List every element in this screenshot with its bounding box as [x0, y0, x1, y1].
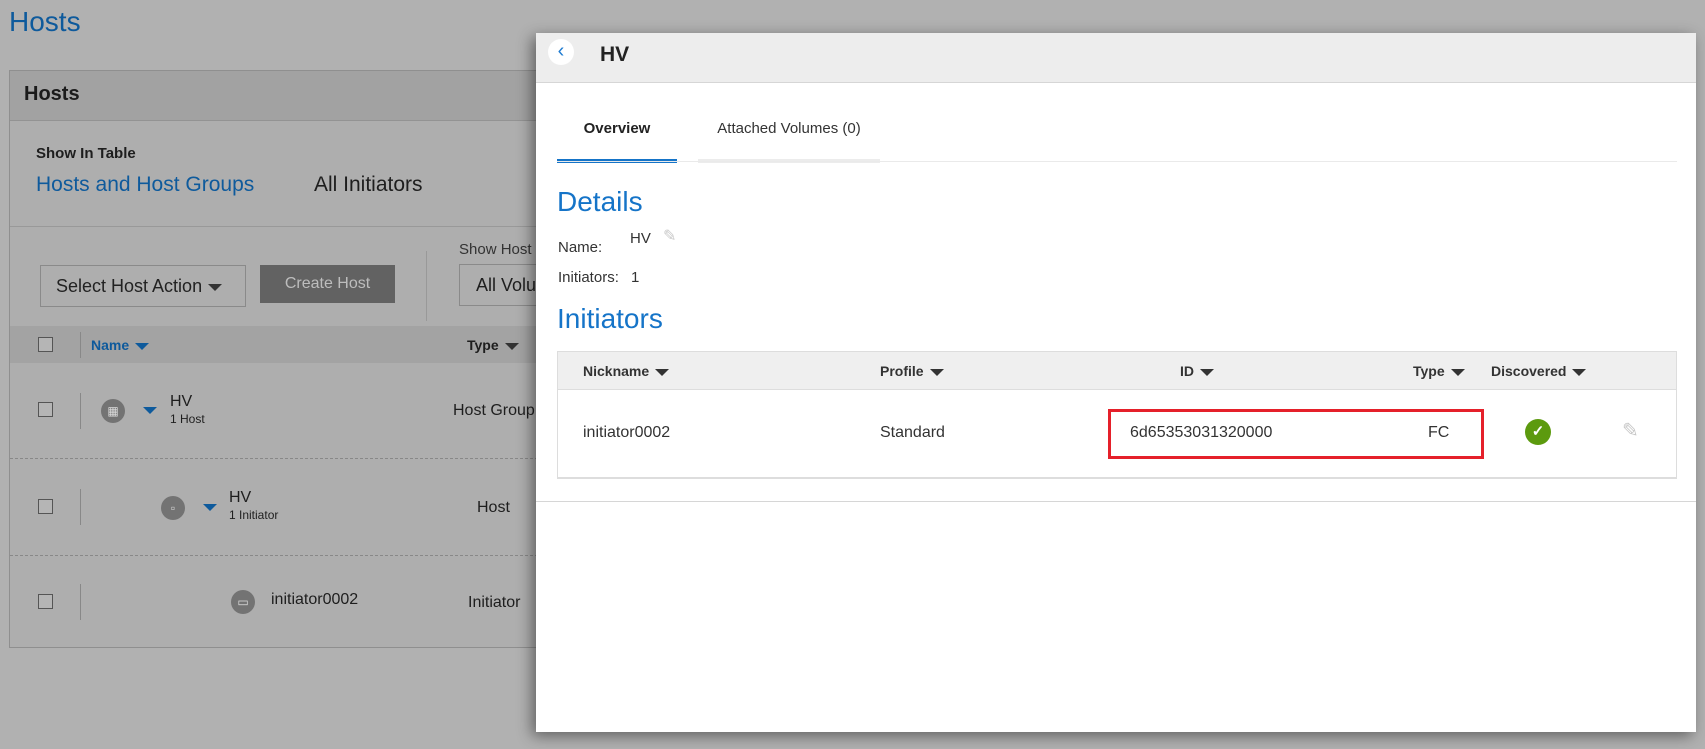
discovered-header-label: Discovered: [1491, 363, 1567, 379]
all-initiators-link[interactable]: All Initiators: [314, 173, 423, 197]
initiators-count: 1: [631, 269, 640, 286]
initiators-heading: Initiators: [557, 303, 663, 334]
row-subtitle: 1 Host: [170, 412, 205, 426]
show-hosts-label: Show Host: [459, 241, 532, 258]
select-host-action-dropdown[interactable]: Select Host Action: [40, 265, 246, 307]
row-name: HV: [170, 393, 193, 410]
detail-header: ‹ HV: [536, 33, 1696, 83]
expand-icon[interactable]: [143, 407, 157, 414]
expand-icon[interactable]: [203, 504, 217, 511]
initiator-icon: ▭: [231, 590, 255, 614]
nickname-column-header[interactable]: Nickname: [583, 363, 670, 379]
initiators-table-header: Nickname Profile ID Type Discovered: [558, 352, 1676, 390]
row-checkbox[interactable]: [38, 499, 53, 514]
create-host-button[interactable]: Create Host: [260, 265, 395, 303]
hosts-table-header: Name Type: [10, 326, 608, 363]
sort-icon: [1200, 368, 1214, 376]
table-row[interactable]: ▭ initiator0002 Initiator: [10, 556, 608, 646]
table-row[interactable]: initiator0002 Standard 6d65353031320000 …: [558, 390, 1676, 478]
discovered-column-header[interactable]: Discovered: [1491, 363, 1587, 379]
initiators-table: Nickname Profile ID Type Discovered init…: [557, 351, 1677, 479]
row-checkbox[interactable]: [38, 402, 53, 417]
divider: [80, 332, 81, 358]
row-subtitle: 1 Initiator: [229, 508, 279, 522]
host-icon: ▫: [161, 496, 185, 520]
row-name: HV: [229, 489, 252, 506]
divider: [80, 393, 81, 429]
row-checkbox[interactable]: [38, 594, 53, 609]
hosts-panel: Hosts Show In Table Hosts and Host Group…: [9, 70, 619, 648]
edit-name-icon[interactable]: ✎: [663, 226, 676, 246]
row-type: Host Group: [453, 402, 535, 419]
divider: [536, 501, 1696, 502]
id-cell: 6d65353031320000: [1130, 424, 1273, 441]
sort-icon: [135, 342, 150, 350]
nickname-header-label: Nickname: [583, 363, 650, 379]
tab-attached-volumes[interactable]: Attached Volumes (0): [698, 120, 880, 162]
host-detail-panel: ‹ HV Overview Attached Volumes (0) Detai…: [536, 33, 1696, 732]
name-label: Name:: [558, 239, 603, 256]
table-row[interactable]: ▦ HV 1 Host Host Group: [10, 363, 608, 459]
type-column-header[interactable]: Type: [1413, 363, 1465, 379]
name-value: HV: [630, 230, 651, 247]
type-column-header[interactable]: Type: [467, 337, 519, 353]
sort-icon: [1450, 368, 1465, 376]
type-header-label: Type: [467, 337, 499, 353]
tab-overview[interactable]: Overview: [557, 120, 677, 162]
discovered-check-icon: ✓: [1525, 419, 1551, 445]
row-type: Host: [477, 499, 510, 516]
sort-icon: [655, 368, 670, 376]
sort-icon: [1572, 368, 1587, 376]
initiators-label: Initiators:: [558, 269, 619, 286]
name-column-header[interactable]: Name: [91, 337, 150, 353]
select-host-action-label: Select Host Action: [56, 276, 203, 296]
profile-cell: Standard: [880, 424, 945, 441]
select-all-checkbox[interactable]: [38, 337, 53, 352]
sort-icon: [504, 342, 519, 350]
divider: [80, 489, 81, 525]
divider: [557, 161, 1677, 162]
chevron-left-icon: ‹: [557, 40, 565, 62]
table-row[interactable]: ▫ HV 1 Initiator Host: [10, 459, 608, 556]
chevron-down-icon: [208, 283, 223, 291]
type-cell: FC: [1428, 424, 1450, 441]
host-group-icon: ▦: [101, 399, 125, 423]
details-heading: Details: [557, 186, 643, 217]
edit-initiator-icon[interactable]: ✎: [1622, 418, 1639, 443]
profile-header-label: Profile: [880, 363, 924, 379]
hosts-and-host-groups-link[interactable]: Hosts and Host Groups: [36, 173, 254, 197]
type-header-label: Type: [1413, 363, 1445, 379]
divider: [80, 584, 81, 620]
name-header-label: Name: [91, 337, 130, 353]
back-button[interactable]: ‹: [548, 39, 574, 65]
show-in-table-label: Show In Table: [36, 145, 136, 162]
sort-icon: [929, 368, 944, 376]
page-title: Hosts: [9, 6, 81, 37]
hosts-panel-title: Hosts: [10, 71, 608, 121]
divider: [426, 251, 427, 321]
id-column-header[interactable]: ID: [1180, 363, 1214, 379]
nickname-cell: initiator0002: [583, 424, 671, 441]
id-header-label: ID: [1180, 363, 1194, 379]
profile-column-header[interactable]: Profile: [880, 363, 944, 379]
row-type: Initiator: [468, 594, 521, 611]
divider: [10, 226, 608, 227]
detail-title: HV: [600, 43, 630, 66]
row-name: initiator0002: [271, 591, 359, 608]
